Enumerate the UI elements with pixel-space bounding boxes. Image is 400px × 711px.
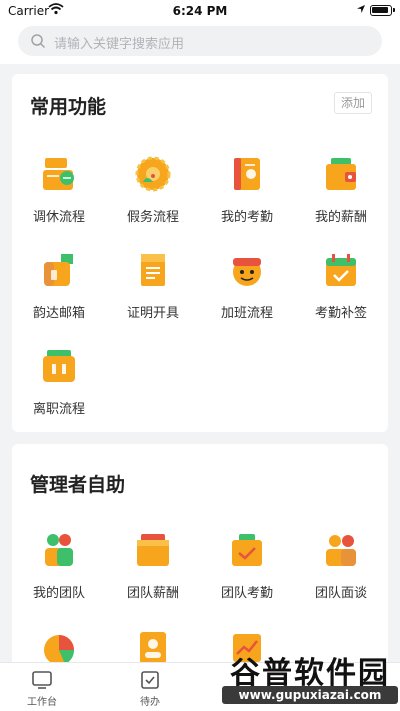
status-bar: Carrier 6:24 PM — [0, 0, 400, 22]
grid-item-label: 我的考勤 — [220, 210, 273, 225]
grid-item-salary[interactable]: 我的薪酬 — [294, 154, 388, 225]
todo-icon — [141, 671, 159, 689]
certificate-icon — [133, 250, 173, 290]
watermark: 谷普软件园 www.gupuxiazai.com — [222, 648, 398, 708]
common-functions-card: 常用功能 添加 调休流程 假务流程 我的考勤 我的薪酬 韵达邮箱 证明开具 加班… — [12, 74, 388, 432]
resignation-icon — [39, 346, 79, 386]
status-time: 6:24 PM — [172, 4, 228, 18]
attendance-resign-icon — [321, 250, 361, 290]
team-interview-icon — [321, 530, 361, 570]
grid-item-label: 团队面谈 — [314, 586, 367, 601]
workbench-icon — [32, 671, 52, 689]
my-team-icon — [39, 530, 79, 570]
grid-item-label: 团队考勤 — [220, 586, 273, 601]
grid-item-overtime[interactable]: 加班流程 — [200, 250, 294, 321]
grid-item-label: 考勤补签 — [314, 306, 367, 321]
search-placeholder: 请输入关键字搜索应用 — [54, 37, 185, 52]
grid-item-leave-swap[interactable]: 调休流程 — [12, 154, 106, 225]
tab-todo[interactable]: 待办 — [120, 669, 180, 708]
grid-item-attendance[interactable]: 我的考勤 — [200, 154, 294, 225]
overtime-icon — [227, 250, 267, 290]
vacation-icon — [133, 154, 173, 194]
grid-item-certificate[interactable]: 证明开具 — [106, 250, 200, 321]
grid-item-my-team[interactable]: 我的团队 — [12, 530, 106, 601]
grid-item-team-attendance[interactable]: 团队考勤 — [200, 530, 294, 601]
leave-swap-icon — [39, 154, 79, 194]
salary-icon — [321, 154, 361, 194]
grid-item-label: 我的团队 — [32, 586, 85, 601]
team-attendance-icon — [227, 530, 267, 570]
watermark-url: www.gupuxiazai.com — [222, 686, 398, 704]
team-salary-icon — [133, 530, 173, 570]
battery-icon — [370, 5, 395, 16]
tab-label: 待办 — [140, 697, 160, 708]
attendance-icon — [227, 154, 267, 194]
search-icon — [30, 33, 46, 53]
tab-label: 工作台 — [27, 697, 57, 708]
grid-item-label: 证明开具 — [126, 306, 179, 321]
grid-item-team-salary[interactable]: 团队薪酬 — [106, 530, 200, 601]
grid-item-label: 韵达邮箱 — [32, 306, 85, 321]
grid-item-label: 加班流程 — [220, 306, 273, 321]
location-arrow-icon — [356, 3, 366, 17]
grid-item-mailbox[interactable]: 韵达邮箱 — [12, 250, 106, 321]
grid-item-attendance-resign[interactable]: 考勤补签 — [294, 250, 388, 321]
add-button[interactable]: 添加 — [334, 92, 372, 114]
header: 请输入关键字搜索应用 — [0, 22, 400, 64]
manager-self-service-title: 管理者自助 — [30, 474, 126, 496]
grid-item-vacation[interactable]: 假务流程 — [106, 154, 200, 225]
grid-item-label: 假务流程 — [126, 210, 179, 225]
grid-item-resignation[interactable]: 离职流程 — [12, 346, 106, 417]
grid-item-label: 我的薪酬 — [314, 210, 367, 225]
search-input[interactable]: 请输入关键字搜索应用 — [18, 26, 382, 56]
watermark-title: 谷普软件园 — [230, 656, 390, 691]
grid-item-label: 调休流程 — [32, 210, 85, 225]
tab-workbench[interactable]: 工作台 — [12, 669, 72, 708]
mailbox-icon — [39, 250, 79, 290]
grid-item-label: 团队薪酬 — [126, 586, 179, 601]
common-functions-title: 常用功能 — [30, 96, 107, 118]
grid-item-label: 离职流程 — [32, 402, 85, 417]
grid-item-team-interview[interactable]: 团队面谈 — [294, 530, 388, 601]
